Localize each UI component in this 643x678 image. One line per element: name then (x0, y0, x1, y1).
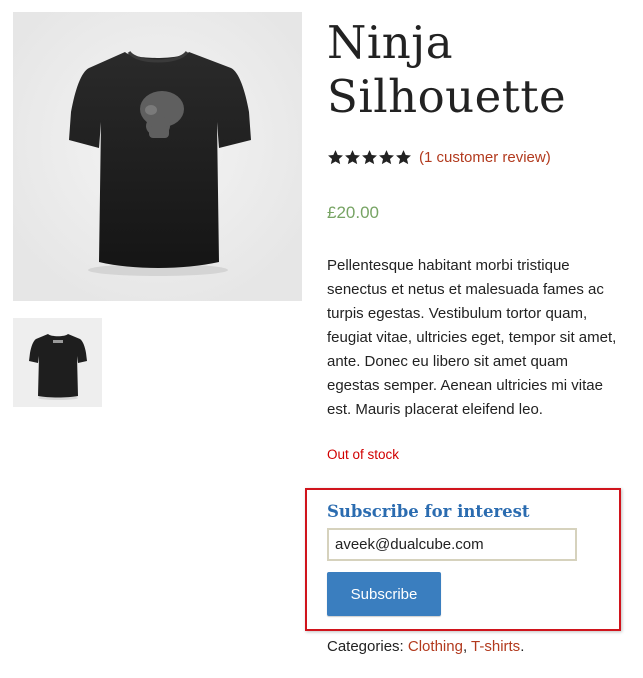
subscribe-button[interactable]: Subscribe (327, 572, 441, 616)
product-rating: (1 customer review) (327, 146, 551, 168)
product-main-image[interactable] (13, 12, 302, 301)
subscribe-interest-form: Subscribe for interest Subscribe (305, 488, 621, 631)
star-icon (362, 149, 377, 164)
categories-label: Categories: (327, 638, 404, 655)
subscribe-title: Subscribe for interest (327, 502, 530, 521)
product-categories: Categories: Clothing, T-shirts. (327, 638, 524, 655)
stock-status: Out of stock (327, 447, 400, 462)
category-link-tshirts[interactable]: T-shirts (471, 638, 520, 655)
product-title: Ninja Silhouette (327, 16, 567, 123)
product-description: Pellentesque habitant morbi tristique se… (327, 257, 617, 418)
category-separator: , (462, 638, 472, 655)
tshirt-back-image (13, 318, 102, 407)
customer-review-link[interactable]: (1 customer review) (419, 149, 551, 166)
email-field[interactable] (327, 528, 577, 561)
star-rating (327, 149, 412, 166)
star-icon (328, 149, 343, 164)
star-icon (379, 149, 394, 164)
product-thumbnail[interactable] (13, 318, 102, 407)
tshirt-front-image (13, 12, 302, 301)
categories-end: . (520, 638, 525, 655)
star-icon (345, 149, 360, 164)
product-price: £20.00 (327, 203, 379, 222)
star-icon (396, 149, 411, 164)
category-link-clothing[interactable]: Clothing (408, 638, 463, 655)
